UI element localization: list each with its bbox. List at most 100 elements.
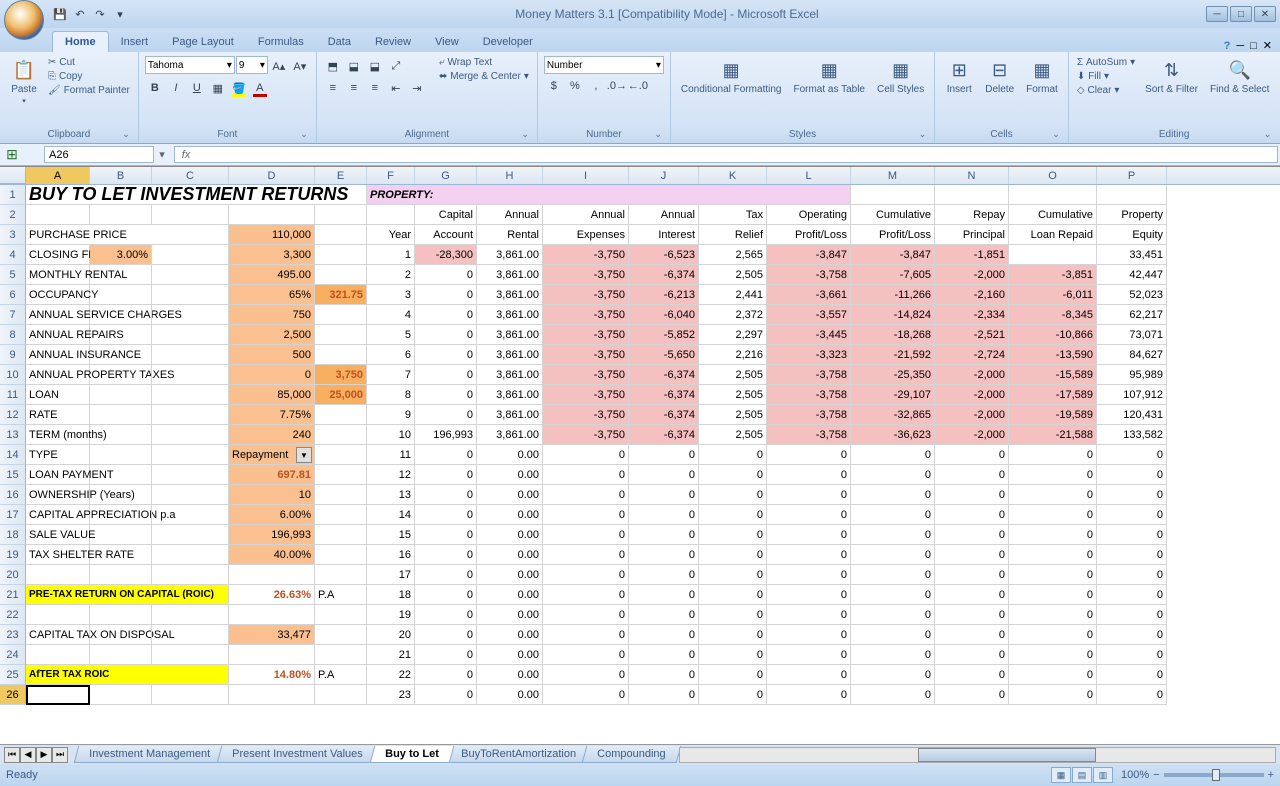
cell[interactable]: -6,213 — [629, 285, 699, 305]
cell[interactable]: Annual — [477, 205, 543, 225]
cell[interactable]: 0 — [415, 645, 477, 665]
cell[interactable]: 0 — [415, 465, 477, 485]
cell[interactable]: 3.00% — [90, 245, 152, 265]
paste-button[interactable]: 📋Paste▾ — [6, 56, 42, 107]
font-size-combo[interactable]: 9 ▾ — [236, 56, 268, 74]
cell[interactable] — [90, 605, 152, 625]
cell[interactable] — [315, 625, 367, 645]
help-icon[interactable]: ? — [1224, 40, 1231, 52]
cell[interactable]: 2,505 — [699, 365, 767, 385]
cell[interactable]: ANNUAL SERVICE CHARGES — [26, 305, 90, 325]
cell[interactable]: -3,851 — [1009, 265, 1097, 285]
cell[interactable]: 0 — [699, 525, 767, 545]
cell[interactable]: 0 — [629, 565, 699, 585]
cell[interactable]: 0 — [1009, 465, 1097, 485]
cell[interactable]: -29,107 — [851, 385, 935, 405]
row-header[interactable]: 18 — [0, 525, 26, 545]
cell[interactable]: 10 — [367, 425, 415, 445]
cell[interactable]: 0 — [629, 525, 699, 545]
cell[interactable]: 750 — [229, 305, 315, 325]
cell[interactable]: 0 — [1097, 605, 1167, 625]
cell[interactable]: 0 — [629, 605, 699, 625]
cell[interactable]: 3,861.00 — [477, 245, 543, 265]
cell[interactable]: -2,724 — [935, 345, 1009, 365]
find-select-button[interactable]: 🔍Find & Select — [1206, 56, 1273, 97]
ribbon-tab-formulas[interactable]: Formulas — [246, 32, 316, 52]
cell-styles-button[interactable]: ▦Cell Styles — [873, 56, 928, 97]
cell[interactable]: -3,758 — [767, 265, 851, 285]
cell[interactable]: Capital — [415, 205, 477, 225]
cell[interactable]: 0 — [851, 485, 935, 505]
cell[interactable]: -3,323 — [767, 345, 851, 365]
cell[interactable] — [152, 445, 229, 465]
cell[interactable] — [315, 465, 367, 485]
cell[interactable]: PROPERTY: — [367, 185, 851, 205]
cell[interactable]: 40.00% — [229, 545, 315, 565]
row-header[interactable]: 4 — [0, 245, 26, 265]
cell[interactable]: Interest — [629, 225, 699, 245]
cell[interactable]: 3,861.00 — [477, 265, 543, 285]
cell[interactable]: 0 — [699, 645, 767, 665]
cell[interactable]: 0 — [415, 365, 477, 385]
cell[interactable]: 3,861.00 — [477, 345, 543, 365]
percent-icon[interactable]: % — [565, 76, 585, 96]
cell[interactable]: 0.00 — [477, 685, 543, 705]
sheet-nav-prev-icon[interactable]: ◀ — [20, 747, 36, 763]
cell[interactable]: 8 — [367, 385, 415, 405]
row-header[interactable]: 11 — [0, 385, 26, 405]
cell[interactable] — [90, 485, 152, 505]
sheet-tab[interactable]: Investment Management — [74, 746, 226, 763]
cell[interactable]: -36,623 — [851, 425, 935, 445]
cell[interactable]: 0 — [767, 685, 851, 705]
cell[interactable]: LOAN — [26, 385, 90, 405]
cell[interactable]: CAPITAL TAX ON DISPOSAL — [26, 625, 90, 645]
restore-window-icon[interactable]: □ — [1250, 40, 1257, 52]
cell[interactable]: Relief — [699, 225, 767, 245]
cell[interactable]: 0 — [767, 465, 851, 485]
cell[interactable] — [315, 425, 367, 445]
cell[interactable]: 500 — [229, 345, 315, 365]
page-layout-view-icon[interactable]: ▤ — [1072, 767, 1092, 783]
cell[interactable] — [152, 205, 229, 225]
cell[interactable]: -18,268 — [851, 325, 935, 345]
cell[interactable]: 85,000 — [229, 385, 315, 405]
cell[interactable]: 0.00 — [477, 485, 543, 505]
row-header[interactable]: 23 — [0, 625, 26, 645]
cell[interactable]: 0 — [629, 685, 699, 705]
column-header[interactable]: G — [415, 167, 477, 184]
cell[interactable]: 0 — [543, 585, 629, 605]
active-cell[interactable] — [26, 685, 90, 705]
row-header[interactable]: 13 — [0, 425, 26, 445]
cell[interactable] — [90, 325, 152, 345]
cell[interactable]: 0 — [415, 305, 477, 325]
cell[interactable]: 0 — [415, 325, 477, 345]
cell[interactable] — [315, 205, 367, 225]
zoom-out-icon[interactable]: − — [1153, 769, 1159, 781]
row-header[interactable]: 14 — [0, 445, 26, 465]
cell[interactable]: Annual — [629, 205, 699, 225]
cell[interactable]: 0 — [851, 525, 935, 545]
cell[interactable]: -21,592 — [851, 345, 935, 365]
cell[interactable] — [152, 685, 229, 705]
cell[interactable] — [315, 485, 367, 505]
cell[interactable]: CLOSING FEES — [26, 245, 90, 265]
align-right-icon[interactable]: ≡ — [365, 78, 385, 98]
cell[interactable] — [90, 525, 152, 545]
cell[interactable]: 18 — [367, 585, 415, 605]
currency-icon[interactable]: $ — [544, 76, 564, 96]
row-header[interactable]: 25 — [0, 665, 26, 685]
cell[interactable]: 0 — [543, 685, 629, 705]
cell[interactable]: 4 — [367, 305, 415, 325]
cell[interactable] — [315, 345, 367, 365]
row-header[interactable]: 7 — [0, 305, 26, 325]
cell[interactable] — [229, 645, 315, 665]
cell[interactable]: 2,216 — [699, 345, 767, 365]
column-header[interactable]: C — [152, 167, 229, 184]
cell[interactable]: 0.00 — [477, 605, 543, 625]
cell[interactable]: 6 — [367, 345, 415, 365]
row-header[interactable]: 15 — [0, 465, 26, 485]
cell[interactable]: 0 — [415, 285, 477, 305]
cell[interactable]: 0 — [935, 445, 1009, 465]
cell[interactable]: 2,372 — [699, 305, 767, 325]
cell[interactable]: 0.00 — [477, 645, 543, 665]
